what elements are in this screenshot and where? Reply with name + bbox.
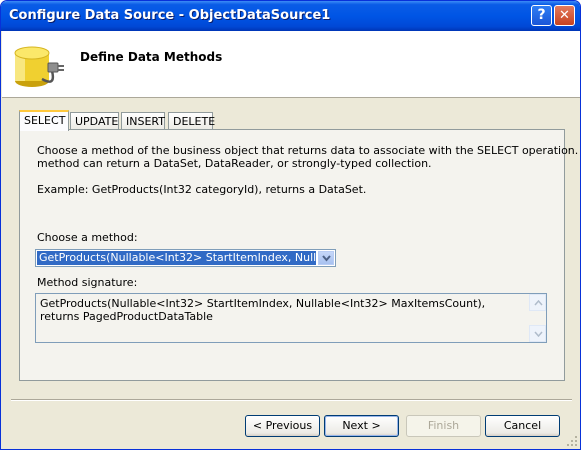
previous-button[interactable]: < Previous bbox=[245, 415, 320, 437]
next-button[interactable]: Next > bbox=[324, 415, 399, 437]
database-plug-icon bbox=[12, 41, 68, 93]
choose-method-label: Choose a method: bbox=[37, 231, 138, 244]
signature-scrollbar[interactable] bbox=[529, 294, 546, 342]
page-title: Define Data Methods bbox=[80, 50, 223, 64]
scroll-up-button[interactable] bbox=[529, 294, 546, 311]
method-dropdown[interactable]: GetProducts(Nullable<Int32> StartItemInd… bbox=[35, 249, 336, 267]
method-signature-text: GetProducts(Nullable<Int32> StartItemInd… bbox=[40, 297, 486, 323]
dropdown-arrow-button[interactable] bbox=[318, 251, 334, 265]
description-line-1: Choose a method of the business object t… bbox=[37, 144, 581, 157]
footer-divider bbox=[11, 399, 572, 401]
method-dropdown-value[interactable]: GetProducts(Nullable<Int32> StartItemInd… bbox=[37, 251, 316, 265]
title-bar[interactable]: Configure Data Source - ObjectDataSource… bbox=[1, 1, 580, 31]
configure-data-source-dialog: Configure Data Source - ObjectDataSource… bbox=[0, 0, 581, 450]
help-button[interactable]: ? bbox=[531, 5, 552, 26]
description-text: Choose a method of the business object t… bbox=[37, 144, 581, 170]
method-signature-label: Method signature: bbox=[37, 276, 138, 289]
select-tab-panel: Choose a method of the business object t… bbox=[19, 129, 580, 381]
tab-update[interactable]: UPDATE bbox=[70, 112, 119, 129]
tab-insert[interactable]: INSERT bbox=[121, 112, 165, 129]
tab-delete[interactable]: DELETE bbox=[168, 112, 215, 129]
chevron-up-icon bbox=[534, 300, 543, 306]
method-signature-box: GetProducts(Nullable<Int32> StartItemInd… bbox=[35, 293, 547, 343]
chevron-down-icon bbox=[534, 331, 543, 337]
cancel-button[interactable]: Cancel bbox=[485, 415, 560, 437]
chevron-down-icon bbox=[322, 255, 331, 262]
window-title: Configure Data Source - ObjectDataSource… bbox=[9, 8, 331, 23]
scroll-down-button[interactable] bbox=[529, 325, 546, 342]
tab-select[interactable]: SELECT bbox=[19, 110, 69, 131]
finish-button: Finish bbox=[406, 415, 481, 437]
wizard-header: Define Data Methods bbox=[2, 31, 580, 98]
resize-grip-icon[interactable] bbox=[566, 435, 578, 447]
description-line-2: method can return a DataSet, DataReader,… bbox=[37, 157, 432, 170]
close-button[interactable]: ✕ bbox=[554, 5, 575, 26]
example-text: Example: GetProducts(Int32 categoryId), … bbox=[37, 183, 367, 196]
